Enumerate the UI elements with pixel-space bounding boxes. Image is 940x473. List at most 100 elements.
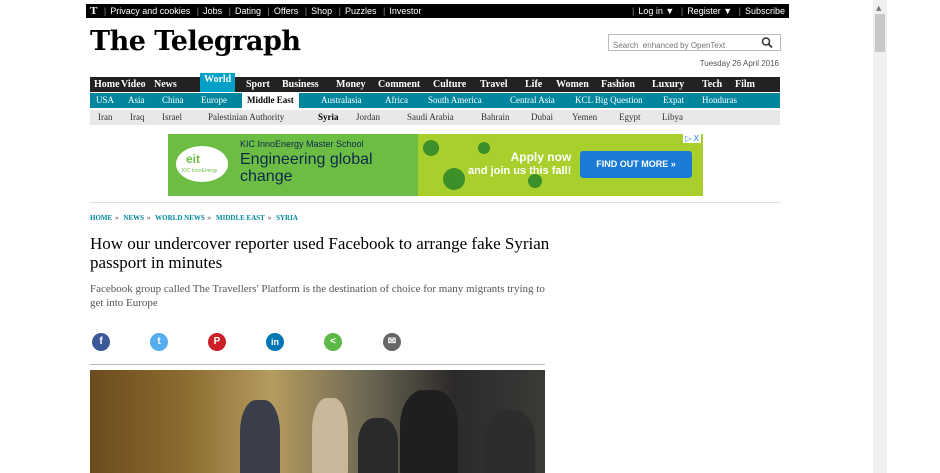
region-usa[interactable]: USA <box>96 93 114 108</box>
country-israel[interactable]: Israel <box>162 110 182 125</box>
breadcrumb-news[interactable]: NEWS <box>123 214 144 222</box>
search-input[interactable] <box>609 38 757 53</box>
ad-headline-line2: change <box>240 168 293 185</box>
photo-figure <box>400 390 458 473</box>
photo-figure <box>240 400 280 473</box>
breadcrumb-syria[interactable]: SYRIA <box>276 214 298 222</box>
facebook-icon[interactable]: f <box>92 333 110 351</box>
country-libya[interactable]: Libya <box>662 110 683 125</box>
article-photo <box>90 370 545 473</box>
twitter-icon[interactable]: t <box>150 333 168 351</box>
site-logo[interactable]: The Telegraph <box>90 26 301 57</box>
country-jordan[interactable]: Jordan <box>356 110 380 125</box>
ad-headline: Engineering global change <box>240 151 373 185</box>
eit-logo-sub: KIC InnoEnergy <box>182 168 218 174</box>
subscribe-link[interactable]: Subscribe <box>745 6 785 16</box>
country-iran[interactable]: Iran <box>98 110 113 125</box>
nav-comment[interactable]: Comment <box>378 77 420 92</box>
nav-fashion[interactable]: Fashion <box>601 77 635 92</box>
nav-world[interactable]: World <box>200 73 236 92</box>
country-saudi-arabia[interactable]: Saudi Arabia <box>407 110 454 125</box>
divider <box>90 364 545 365</box>
advert-banner[interactable]: eit KIC InnoEnergy KIC InnoEnergy Master… <box>168 134 703 196</box>
nav-sport[interactable]: Sport <box>246 77 270 92</box>
breadcrumb-world-news[interactable]: WORLD NEWS <box>155 214 205 222</box>
nav-life[interactable]: Life <box>525 77 542 92</box>
privacy-link[interactable]: Privacy and cookies <box>110 6 190 16</box>
article-standfirst: Facebook group called The Travellers' Pl… <box>90 283 545 309</box>
nav-home[interactable]: Home <box>94 77 120 92</box>
linkedin-icon[interactable]: in <box>266 333 284 351</box>
region-central-asia[interactable]: Central Asia <box>510 93 555 108</box>
country-iraq[interactable]: Iraq <box>130 110 145 125</box>
country-bahrain[interactable]: Bahrain <box>481 110 510 125</box>
account-links: | Log in ▼ | Register ▼ | Subscribe <box>632 6 785 16</box>
jobs-link[interactable]: Jobs <box>203 6 222 16</box>
dating-link[interactable]: Dating <box>235 6 261 16</box>
breadcrumb: HOME» NEWS» WORLD NEWS» MIDDLE EAST» SYR… <box>90 214 298 222</box>
breadcrumb-home[interactable]: HOME <box>90 214 112 222</box>
photo-figure <box>485 410 535 473</box>
email-icon[interactable]: ✉ <box>383 333 401 351</box>
divider <box>90 202 780 203</box>
pinterest-icon[interactable]: P <box>208 333 226 351</box>
puzzles-link[interactable]: Puzzles <box>345 6 377 16</box>
ad-apply-line1: Apply now <box>510 150 572 164</box>
region-expat[interactable]: Expat <box>663 93 684 108</box>
scrollbar-thumb[interactable] <box>875 14 885 52</box>
main-nav: Home Video News World Sport Business Mon… <box>90 73 780 92</box>
nav-women[interactable]: Women <box>556 77 589 92</box>
scroll-up-icon[interactable]: ▲ <box>876 4 881 12</box>
telegraph-t-logo[interactable]: T <box>90 5 97 17</box>
nav-travel[interactable]: Travel <box>480 77 508 92</box>
region-middle-east[interactable]: Middle East <box>242 93 299 108</box>
login-link[interactable]: Log in ▼ <box>638 6 674 16</box>
register-link[interactable]: Register ▼ <box>687 6 732 16</box>
nav-video[interactable]: Video <box>121 77 146 92</box>
region-africa[interactable]: Africa <box>385 93 408 108</box>
region-china[interactable]: China <box>162 93 184 108</box>
search-box <box>608 34 781 53</box>
ad-dot <box>443 168 465 190</box>
breadcrumb-middle-east[interactable]: MIDDLE EAST <box>216 214 265 222</box>
ad-close-icon[interactable]: ▷ X <box>683 134 701 143</box>
share-icon[interactable]: < <box>324 333 342 351</box>
region-asia[interactable]: Asia <box>128 93 145 108</box>
region-australasia[interactable]: Australasia <box>321 93 362 108</box>
nav-tech[interactable]: Tech <box>702 77 722 92</box>
current-date: Tuesday 26 April 2016 <box>699 59 779 68</box>
find-out-more-button[interactable]: FIND OUT MORE » <box>580 151 692 178</box>
ad-dot <box>423 140 439 156</box>
eit-logo: eit KIC InnoEnergy <box>176 146 228 182</box>
country-nav: Iran Iraq Israel Palestinian Authority S… <box>90 110 780 125</box>
search-icon[interactable] <box>760 36 774 49</box>
ad-school-name: KIC InnoEnergy Master School <box>240 139 364 149</box>
nav-business[interactable]: Business <box>282 77 319 92</box>
offers-link[interactable]: Offers <box>274 6 298 16</box>
region-south-america[interactable]: South America <box>428 93 482 108</box>
region-europe[interactable]: Europe <box>201 93 227 108</box>
shop-link[interactable]: Shop <box>311 6 332 16</box>
nav-culture[interactable]: Culture <box>433 77 466 92</box>
ad-apply-text: Apply now and join us this fall! <box>468 150 571 178</box>
nav-news[interactable]: News <box>154 77 177 92</box>
nav-luxury[interactable]: Luxury <box>652 77 684 92</box>
country-dubai[interactable]: Dubai <box>531 110 553 125</box>
photo-figure <box>312 398 348 473</box>
country-egypt[interactable]: Egypt <box>619 110 641 125</box>
region-kcl-big-question[interactable]: KCL Big Question <box>575 93 643 108</box>
top-links: T | Privacy and cookies | Jobs | Dating | Of… <box>90 5 422 17</box>
ad-apply-line2: and join us this fall! <box>468 165 572 177</box>
ad-headline-line1: Engineering global <box>240 151 373 168</box>
country-syria[interactable]: Syria <box>318 110 339 125</box>
top-bar: T | Privacy and cookies | Jobs | Dating | Of… <box>86 4 789 18</box>
nav-money[interactable]: Money <box>336 77 365 92</box>
eit-logo-text: eit <box>186 152 201 166</box>
article-headline: How our undercover reporter used Faceboo… <box>90 234 550 272</box>
nav-film[interactable]: Film <box>735 77 755 92</box>
country-palestinian-authority[interactable]: Palestinian Authority <box>208 110 284 125</box>
investor-link[interactable]: Investor <box>389 6 421 16</box>
page-scrollbar[interactable]: ▲ <box>873 0 887 473</box>
country-yemen[interactable]: Yemen <box>572 110 597 125</box>
region-honduras[interactable]: Honduras <box>702 93 737 108</box>
